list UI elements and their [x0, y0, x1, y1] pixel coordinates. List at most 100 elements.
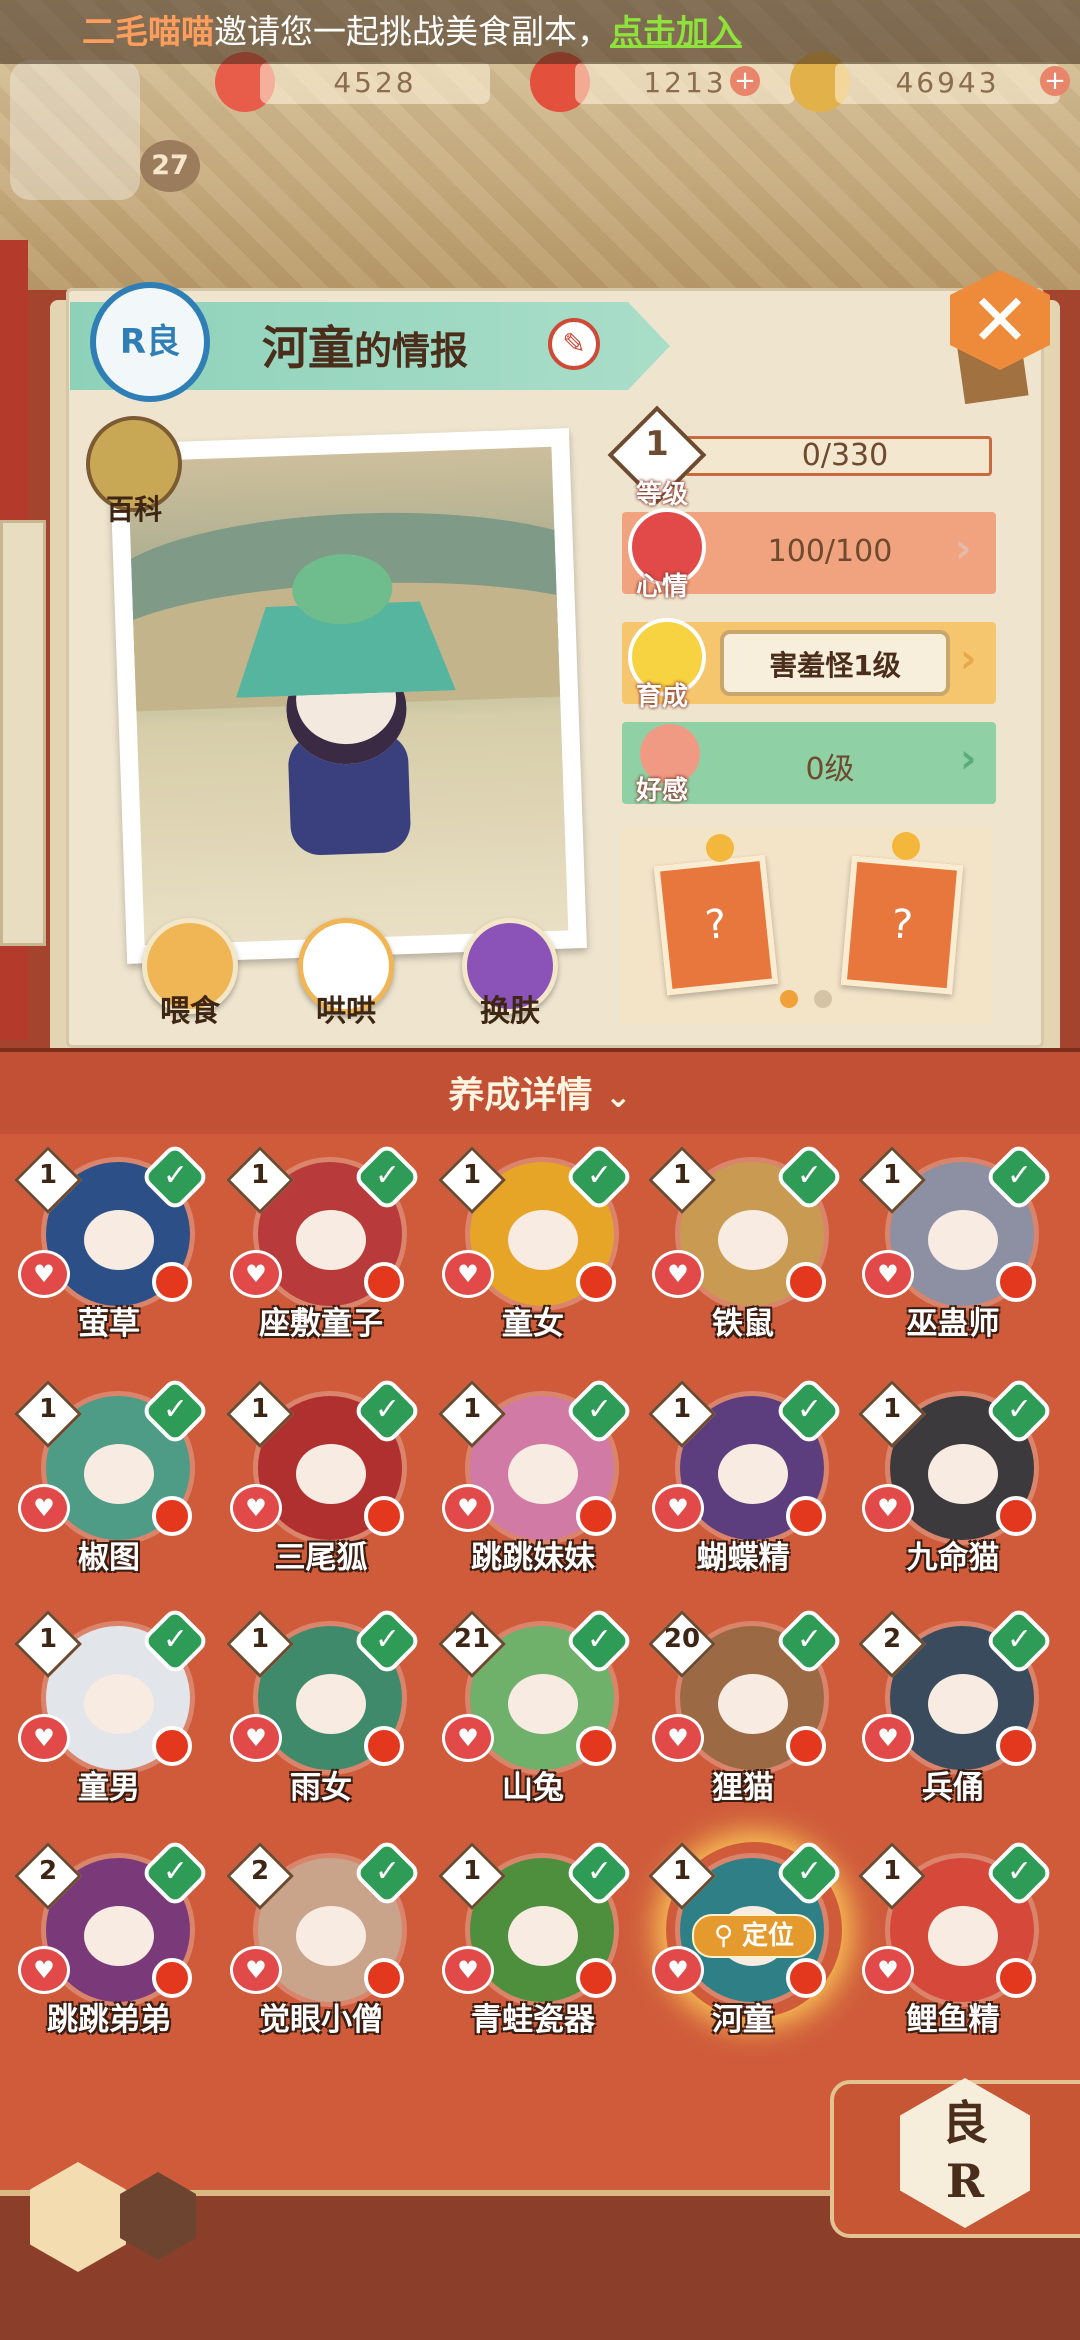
pet-item[interactable]: 1 ✓ ♥ 巫蛊师 [858, 1141, 1055, 1370]
pet-face [84, 1906, 154, 1966]
pet-face [928, 1210, 998, 1270]
details-title: 养成详情 [448, 1075, 593, 1116]
notification-dot [786, 1958, 826, 1998]
pet-item[interactable]: 1 ✓ ♥ 童男 [14, 1605, 211, 1834]
heart-icon: ♥ [652, 1946, 704, 1994]
pet-face [928, 1444, 998, 1504]
heart-icon: ♥ [442, 1946, 494, 1994]
pet-item[interactable]: 1 ✓ ♥ 跳跳妹妹 [438, 1375, 635, 1604]
pet-level: 1 [38, 1160, 58, 1190]
card-slot-2[interactable]: ? [840, 855, 964, 995]
pet-name: 山兔 [502, 1770, 564, 1806]
heart-icon: ♥ [18, 1250, 70, 1298]
pet-item[interactable]: 1 ✓ ♥ 青蛙瓷器 [438, 1837, 635, 2066]
pet-item[interactable]: 1 ✓ ♥ 座敷童子 [226, 1141, 423, 1370]
pet-item[interactable]: 21 ✓ ♥ 山兔 [438, 1605, 635, 1834]
edit-name-button[interactable]: ✎ [548, 318, 600, 370]
page-dot[interactable] [814, 990, 832, 1008]
pet-item[interactable]: 1 ✓ ♥ 童女 [438, 1141, 635, 1370]
pet-name: 巫蛊师 [906, 1306, 1000, 1342]
pet-level: 1 [882, 1856, 902, 1886]
heart-icon: ♥ [862, 1250, 914, 1298]
rarity-sort-label[interactable]: 良R [900, 2094, 1030, 2210]
location-pin-icon: ⚲ [713, 1921, 733, 1951]
pet-item[interactable]: 1 ✓ ♥ ⚲ 定位 河童 [648, 1837, 845, 2066]
heart-icon: ♥ [652, 1250, 704, 1298]
pet-item[interactable]: 20 ✓ ♥ 狸猫 [648, 1605, 845, 1834]
pet-name-title: 河童 [262, 321, 354, 375]
double-chevron-down-icon: ⌄ [604, 1077, 632, 1115]
heart-icon: ♥ [652, 1484, 704, 1532]
pet-item[interactable]: 1 ✓ ♥ 铁鼠 [648, 1141, 845, 1370]
pet-face [296, 1906, 366, 1966]
details-header[interactable]: 养成详情 ⌄ [0, 1066, 1080, 1118]
pet-item[interactable]: 2 ✓ ♥ 兵俑 [858, 1605, 1055, 1834]
pet-level: 1 [672, 1394, 692, 1424]
affection-chevron-icon: › [960, 736, 977, 782]
pet-name: 兵俑 [922, 1770, 984, 1806]
pet-level: 1 [250, 1394, 270, 1424]
pet-item[interactable]: 1 ✓ ♥ 萤草 [14, 1141, 211, 1370]
feed-button-label[interactable]: 喂食 [125, 986, 255, 1030]
resource-coin-value: 46943 [835, 62, 1060, 104]
pet-face [508, 1906, 578, 1966]
locate-badge[interactable]: ⚲ 定位 [692, 1914, 816, 1958]
pet-name: 鲤鱼精 [906, 2002, 1000, 2038]
pet-name: 觉眼小僧 [259, 2002, 383, 2038]
growth-value: 害羞怪1级 [769, 649, 901, 682]
pet-name: 铁鼠 [712, 1306, 774, 1342]
pet-face [296, 1210, 366, 1270]
add-coin-button[interactable]: + [1040, 66, 1070, 96]
pet-face [928, 1674, 998, 1734]
coax-button-label[interactable]: 哄哄 [281, 986, 411, 1030]
heart-icon: ♥ [862, 1714, 914, 1762]
pet-face [718, 1674, 788, 1734]
affection-value: 0级 [805, 752, 855, 787]
growth-chevron-icon: › [960, 636, 977, 682]
pet-level: 1 [38, 1624, 58, 1654]
page-dot-active[interactable] [780, 990, 798, 1008]
pet-item[interactable]: 1 ✓ ♥ 鲤鱼精 [858, 1837, 1055, 2066]
heart-icon: ♥ [18, 1714, 70, 1762]
card-slot-1[interactable]: ? [653, 854, 779, 996]
pet-item[interactable]: 1 ✓ ♥ 蝴蝶精 [648, 1375, 845, 1604]
encyclopedia-label[interactable]: 百科 [86, 488, 182, 528]
notification-dot [786, 1262, 826, 1302]
pet-name: 座敷童子 [259, 1306, 383, 1342]
join-link[interactable]: 点击加入 [610, 12, 742, 51]
pet-name: 蝴蝶精 [696, 1540, 790, 1576]
pet-item[interactable]: 1 ✓ ♥ 九命猫 [858, 1375, 1055, 1604]
heart-icon: ♥ [230, 1250, 282, 1298]
heart-icon: ♥ [18, 1484, 70, 1532]
notification-dot [576, 1726, 616, 1766]
pet-face [84, 1210, 154, 1270]
add-magatama-button[interactable]: + [730, 66, 760, 96]
pet-item[interactable]: 1 ✓ ♥ 椒图 [14, 1375, 211, 1604]
smiley-pin-icon [892, 832, 920, 860]
pet-item[interactable]: 2 ✓ ♥ 跳跳弟弟 [14, 1837, 211, 2066]
pet-level: 1 [882, 1394, 902, 1424]
notification-dot [152, 1496, 192, 1536]
pet-level: 1 [462, 1160, 482, 1190]
change-skin-button-label[interactable]: 换肤 [445, 986, 575, 1030]
pet-item[interactable]: 1 ✓ ♥ 三尾狐 [226, 1375, 423, 1604]
pet-name: 萤草 [78, 1306, 140, 1342]
pet-face [718, 1210, 788, 1270]
notification-dot [364, 1262, 404, 1302]
pet-name: 椒图 [78, 1540, 140, 1576]
pet-item[interactable]: 2 ✓ ♥ 觉眼小僧 [226, 1837, 423, 2066]
pet-face [296, 1674, 366, 1734]
pet-name: 雨女 [290, 1770, 352, 1806]
pet-level: 1 [462, 1394, 482, 1424]
pet-level: 1 [672, 1160, 692, 1190]
pet-face [508, 1210, 578, 1270]
pet-name: 童男 [78, 1770, 140, 1806]
smiley-pin-icon [706, 834, 734, 862]
mood-label: 心情 [635, 572, 688, 602]
player-avatar[interactable] [10, 60, 140, 200]
photo-scene [127, 446, 569, 946]
title-suffix: 的情报 [354, 328, 469, 373]
pet-face [296, 1444, 366, 1504]
pet-item[interactable]: 1 ✓ ♥ 雨女 [226, 1605, 423, 1834]
pet-level: 1 [882, 1160, 902, 1190]
